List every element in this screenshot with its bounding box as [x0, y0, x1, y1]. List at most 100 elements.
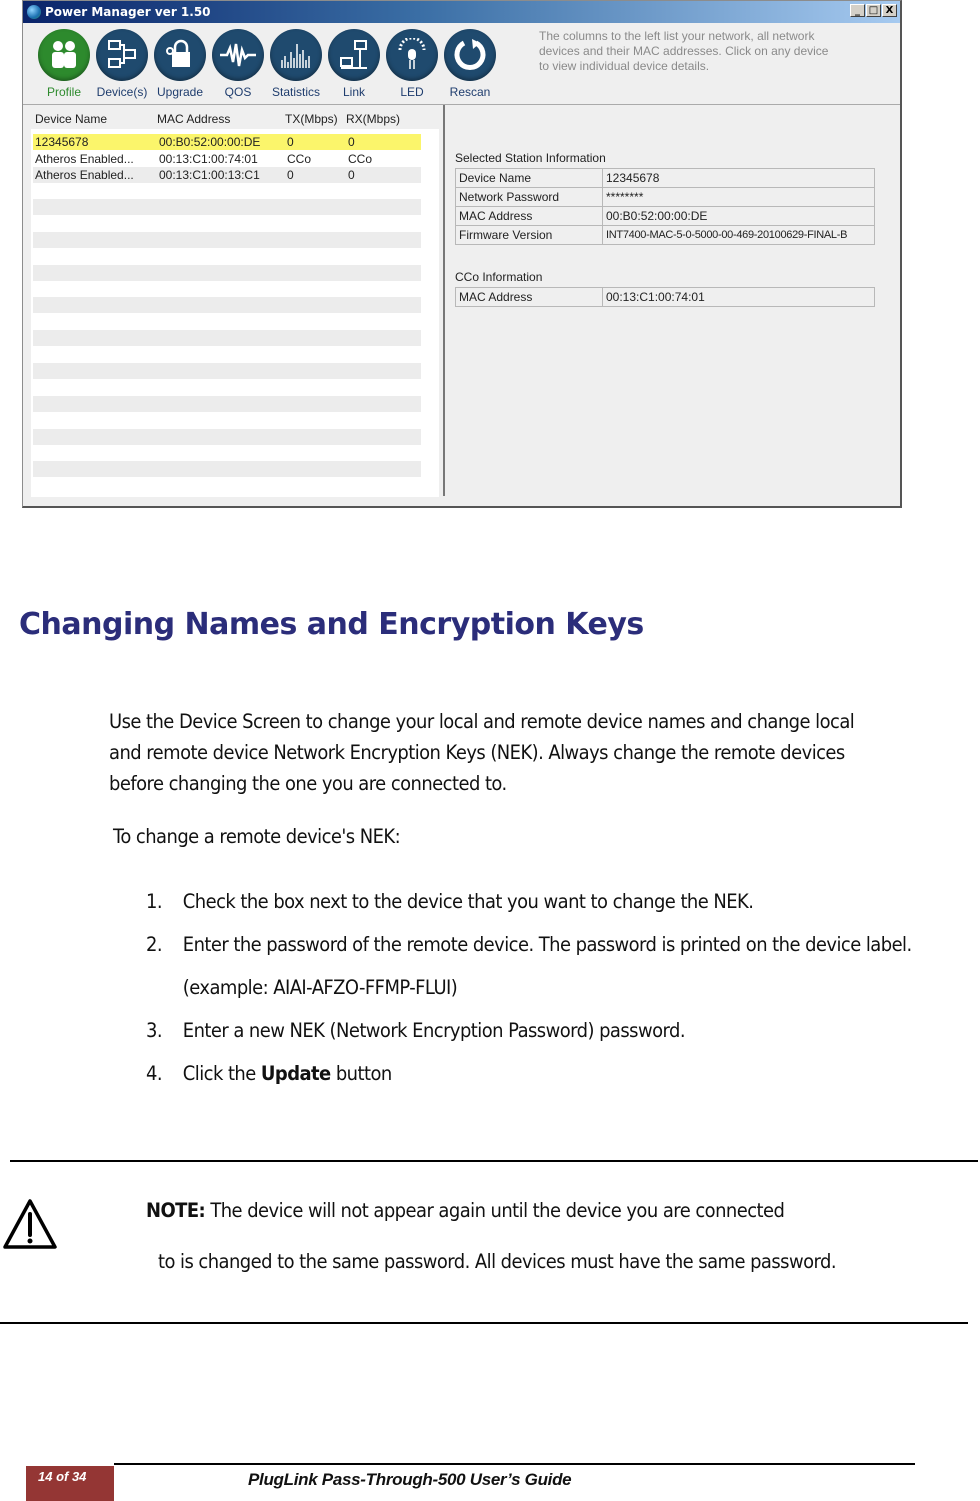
- step-number: 3.: [146, 1019, 163, 1042]
- device-list[interactable]: 12345678 00:B0:52:00:00:DE 0 0 Atheros E…: [31, 129, 439, 497]
- device-tx: 0: [287, 168, 294, 182]
- device-name-value: 12345678: [602, 168, 875, 188]
- device-name: 12345678: [35, 135, 89, 149]
- toolbar-label: Profile: [46, 85, 81, 99]
- step-text: Enter a new NEK (Network Encryption Pass…: [182, 1019, 686, 1042]
- toolbar-label: Statistics: [271, 85, 320, 99]
- step-text: Click the Update button: [183, 1052, 974, 1095]
- footer-guide-title: PlugLink Pass-Through-500 User’s Guide: [248, 1470, 572, 1489]
- device-row[interactable]: Atheros Enabled... 00:13:C1:00:13:C1 0 0: [33, 167, 421, 183]
- info-key: MAC Address: [455, 287, 603, 307]
- cco-table: MAC Address 00:13:C1:00:74:01: [455, 287, 875, 307]
- network-link-icon: [328, 29, 380, 81]
- firmware-version-value: INT7400-MAC-5-0-5000-00-469-20100629-FIN…: [602, 225, 875, 245]
- device-rx: CCo: [348, 152, 373, 166]
- maximize-button[interactable]: □: [866, 4, 881, 17]
- empty-row: [33, 297, 421, 313]
- column-header-tx[interactable]: TX(Mbps): [285, 112, 338, 126]
- toolbar-label: LED: [400, 85, 424, 99]
- info-key: Device Name: [455, 168, 603, 188]
- globe-app-icon: [27, 5, 41, 19]
- empty-row: [33, 265, 421, 281]
- device-row[interactable]: Atheros Enabled... 00:13:C1:00:74:01 CCo…: [33, 151, 421, 167]
- selected-station-table: Device Name 12345678 Network Password ****…: [455, 168, 875, 245]
- device-rx: 0: [348, 168, 355, 182]
- step-item: 3. Enter a new NEK (Network Encryption P…: [146, 1009, 974, 1052]
- section-heading: Changing Names and Encryption Keys: [19, 607, 644, 642]
- device-rx: 0: [348, 135, 355, 149]
- toolbar: Profile Device(s) Upgrade QOS Statistics…: [35, 29, 499, 99]
- toolbar-label: Device(s): [96, 85, 148, 99]
- lock-upgrade-icon: [154, 29, 206, 81]
- toolbar-button-link[interactable]: Link: [325, 29, 383, 99]
- waveform-icon: [212, 29, 264, 81]
- note-bottom-rule: [0, 1322, 968, 1324]
- empty-row: [33, 199, 421, 215]
- note-top-rule: [10, 1160, 978, 1162]
- info-row: Firmware Version INT7400-MAC-5-0-5000-00-…: [455, 225, 875, 245]
- device-mac: 00:13:C1:00:13:C1: [159, 168, 260, 182]
- step-number: 4.: [146, 1062, 163, 1085]
- cco-info-panel: CCo Information MAC Address 00:13:C1:00:7…: [455, 270, 875, 307]
- devices-icon: [96, 29, 148, 81]
- column-header-mac-address[interactable]: MAC Address: [157, 112, 230, 126]
- cco-mac-value: 00:13:C1:00:74:01: [602, 287, 875, 307]
- column-header-device-name[interactable]: Device Name: [35, 112, 107, 126]
- info-row: Network Password ********: [455, 187, 875, 207]
- toolbar-label: Rescan: [449, 85, 491, 99]
- footer-rule: [114, 1463, 915, 1465]
- info-key: Firmware Version: [455, 225, 603, 245]
- step-text: Enter the password of the remote device.…: [182, 933, 912, 999]
- step-item: 2. Enter the password of the remote devi…: [146, 923, 974, 1009]
- toolbar-button-rescan[interactable]: Rescan: [441, 29, 499, 99]
- toolbar-label: QOS: [224, 85, 252, 99]
- toolbar-button-qos[interactable]: QOS: [209, 29, 267, 99]
- toolbar-button-upgrade[interactable]: Upgrade: [151, 29, 209, 99]
- mac-address-value: 00:B0:52:00:00:DE: [602, 206, 875, 226]
- empty-row: [33, 396, 421, 412]
- device-row[interactable]: 12345678 00:B0:52:00:00:DE 0 0: [33, 134, 421, 150]
- step-text-pre: Click the: [182, 1062, 261, 1085]
- device-mac: 00:13:C1:00:74:01: [159, 152, 258, 166]
- device-mac: 00:B0:52:00:00:DE: [159, 135, 261, 149]
- step-number: 1.: [146, 890, 163, 913]
- close-button[interactable]: X: [882, 4, 897, 17]
- toolbar-button-statistics[interactable]: Statistics: [267, 29, 325, 99]
- network-password-value: ********: [602, 187, 875, 207]
- info-row: MAC Address 00:13:C1:00:74:01: [455, 287, 875, 307]
- device-name: Atheros Enabled...: [35, 168, 134, 182]
- device-name: Atheros Enabled...: [35, 152, 134, 166]
- column-header-rx[interactable]: RX(Mbps): [346, 112, 400, 126]
- people-icon: [38, 29, 90, 81]
- info-key: MAC Address: [455, 206, 603, 226]
- device-tx: 0: [287, 135, 294, 149]
- note-line-2: to is changed to the same password. All …: [157, 1250, 837, 1273]
- empty-row: [33, 232, 421, 248]
- note-line-1: The device will not appear again until t…: [205, 1199, 785, 1222]
- steps-lead: To change a remote device's NEK:: [113, 825, 401, 848]
- intro-paragraph: Use the Device Screen to change your loc…: [109, 710, 855, 795]
- title-bar: Power Manager ver 1.50 _ □ X: [23, 1, 900, 23]
- selected-station-panel: Selected Station Information Device Name…: [455, 151, 875, 245]
- minimize-button[interactable]: _: [850, 4, 865, 17]
- help-hint-text: The columns to the left list your networ…: [539, 29, 829, 73]
- cco-caption: CCo Information: [455, 270, 543, 284]
- note-callout: NOTE: The device will not appear again u…: [146, 1196, 956, 1275]
- toolbar-button-devices[interactable]: Device(s): [93, 29, 151, 99]
- step-text: Check the box next to the device that yo…: [182, 890, 754, 913]
- device-tx: CCo: [287, 152, 312, 166]
- update-keyword: Update: [260, 1062, 331, 1085]
- toolbar-button-profile[interactable]: Profile: [35, 29, 93, 99]
- empty-row: [33, 429, 421, 445]
- histogram-icon: [270, 29, 322, 81]
- steps-list: 1. Check the box next to the device that…: [146, 880, 974, 1095]
- toolbar-button-led[interactable]: LED: [383, 29, 441, 99]
- step-item: 1. Check the box next to the device that…: [146, 880, 974, 923]
- led-icon: [386, 29, 438, 81]
- step-text-post: button: [330, 1062, 392, 1085]
- step-number: 2.: [146, 933, 163, 956]
- empty-row: [33, 461, 421, 477]
- toolbar-label: Upgrade: [156, 85, 204, 99]
- pane-divider[interactable]: [443, 105, 445, 496]
- toolbar-divider: [23, 104, 900, 105]
